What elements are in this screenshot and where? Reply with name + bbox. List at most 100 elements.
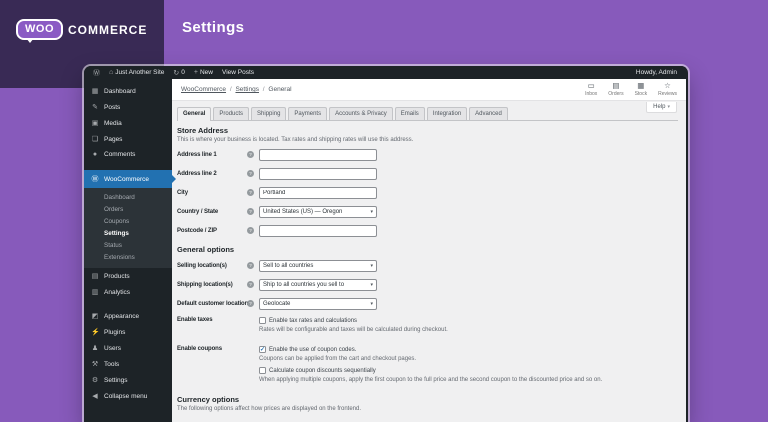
tab-shipping[interactable]: Shipping [251, 107, 287, 120]
section-title-store-address: Store Address [177, 126, 228, 135]
selling-location-select[interactable]: Sell to all countries ▾ [259, 259, 377, 272]
checkbox-checked-icon[interactable]: ✓ [259, 346, 266, 353]
collapse-arrow-icon: ◀ [92, 393, 98, 400]
form-row-enable-taxes: Enable taxes Enable tax rates and calcul… [177, 313, 678, 333]
sidebar-item-label: Media [104, 119, 122, 127]
general-options-form: Selling location(s) ? Sell to all countr… [177, 256, 678, 383]
country-state-select[interactable]: United States (US) — Oregon ▾ [259, 205, 377, 218]
stock-icon: ▦ [637, 81, 645, 90]
help-tip-icon[interactable]: ? [247, 262, 254, 269]
settings-body: General Products Shipping Payments Accou… [172, 101, 686, 422]
default-customer-location-select[interactable]: Geolocate ▾ [259, 297, 377, 310]
main-content: WooCommerce / Settings / General ▭ Inbox… [172, 79, 686, 422]
form-row-address-line-1: Address line 1 ? [177, 145, 678, 164]
tab-accounts-privacy[interactable]: Accounts & Privacy [329, 107, 393, 120]
tab-general[interactable]: General [177, 107, 212, 121]
products-icon: ▤ [91, 273, 99, 280]
field-note: Rates will be configurable and taxes wil… [259, 327, 448, 333]
tab-integration[interactable]: Integration [426, 107, 468, 120]
activity-stock-button[interactable]: ▦ Stock [635, 81, 648, 98]
address-line-1-field[interactable] [259, 148, 377, 161]
currency-options-description: The following options affect how prices … [177, 406, 362, 412]
section-title-general-options: General options [177, 245, 235, 254]
field-note: When applying multiple coupons, apply th… [259, 377, 603, 383]
woocommerce-submenu: Dashboard Orders Coupons Settings Status… [84, 188, 172, 268]
field-label: Enable coupons [177, 346, 222, 352]
help-tip-icon[interactable]: ? [247, 151, 254, 158]
posts-icon: ✎ [92, 104, 98, 111]
woo-bubble-icon: WOO [16, 19, 63, 43]
sidebar-item-appearance[interactable]: ◩ Appearance [84, 308, 172, 324]
sidebar-item-label: Pages [104, 135, 123, 143]
store-address-description: This is where your business is located. … [177, 137, 414, 143]
tab-advanced[interactable]: Advanced [469, 107, 508, 120]
site-menu[interactable]: ⌂ Just Another Site [109, 69, 164, 76]
chevron-down-icon: ▾ [370, 208, 373, 215]
view-posts-menu[interactable]: View Posts [222, 69, 254, 76]
breadcrumb-current: General [268, 86, 292, 93]
sidebar-item-collapse-menu[interactable]: ◀ Collapse menu [84, 388, 172, 404]
submenu-item-status[interactable]: Status [84, 239, 172, 251]
breadcrumb-link-settings[interactable]: Settings [235, 86, 259, 93]
updates-menu[interactable]: ↻ 0 [173, 69, 185, 77]
sidebar-item-label: Products [104, 272, 130, 280]
sidebar-item-comments[interactable]: ● Comments [84, 147, 172, 162]
sidebar-item-analytics[interactable]: ▥ Analytics [84, 284, 172, 300]
star-icon: ☆ [664, 81, 671, 90]
help-button[interactable]: Help ▾ [646, 102, 677, 113]
form-row-shipping-location: Shipping location(s) ? Ship to all count… [177, 275, 678, 294]
breadcrumb-link-woocommerce[interactable]: WooCommerce [181, 86, 226, 93]
help-tip-icon[interactable]: ? [247, 300, 254, 307]
help-tip-icon[interactable]: ? [247, 189, 254, 196]
address-line-2-field[interactable] [259, 167, 377, 180]
checkbox-label: Enable the use of coupon codes. [269, 346, 357, 353]
sidebar-item-settings[interactable]: ⚙ Settings [84, 372, 172, 388]
sidebar-item-media[interactable]: ▣ Media [84, 115, 172, 131]
help-tip-icon[interactable]: ? [247, 208, 254, 215]
activity-orders-button[interactable]: ▤ Orders [608, 82, 623, 98]
sidebar-item-label: Posts [104, 103, 121, 111]
field-label: Default customer location [177, 300, 249, 307]
users-icon: ♟ [91, 345, 99, 352]
sidebar-item-products[interactable]: ▤ Products [84, 268, 172, 284]
sidebar-item-dashboard[interactable]: ▦ Dashboard [84, 83, 172, 99]
sidebar-item-plugins[interactable]: ⚡ Plugins [84, 324, 172, 340]
help-tip-icon[interactable]: ? [247, 170, 254, 177]
field-label: City [177, 189, 188, 196]
tab-payments[interactable]: Payments [288, 107, 328, 120]
sidebar-item-posts[interactable]: ✎ Posts [84, 99, 172, 115]
tab-emails[interactable]: Emails [394, 107, 425, 120]
sidebar-item-woocommerce[interactable]: Ⓦ WooCommerce [84, 170, 176, 188]
logo-commerce-text: COMMERCE [68, 22, 148, 37]
postcode-zip-field[interactable] [259, 224, 377, 237]
sidebar-item-users[interactable]: ♟ Users [84, 340, 172, 356]
section-title-currency-options: Currency options [177, 395, 240, 404]
woocommerce-logo: WOO COMMERCE [16, 19, 148, 43]
media-icon: ▣ [91, 120, 99, 127]
submenu-item-dashboard[interactable]: Dashboard [84, 191, 172, 203]
shipping-location-select[interactable]: Ship to all countries you sell to ▾ [259, 278, 377, 291]
submenu-item-extensions[interactable]: Extensions [84, 251, 172, 263]
sidebar-item-label: Appearance [104, 312, 140, 320]
submenu-item-coupons[interactable]: Coupons [84, 215, 172, 227]
sidebar-separator [84, 300, 172, 308]
checkbox-unchecked-icon[interactable] [259, 367, 266, 374]
wordpress-logo-icon[interactable]: Ⓦ [93, 68, 100, 78]
checkbox-unchecked-icon[interactable] [259, 317, 266, 324]
help-tip-icon[interactable]: ? [247, 281, 254, 288]
activity-reviews-button[interactable]: ☆ Reviews [658, 81, 677, 98]
sidebar-item-label: Plugins [104, 328, 126, 336]
submenu-item-orders[interactable]: Orders [84, 203, 172, 215]
howdy-admin-menu[interactable]: Howdy, Admin [636, 69, 677, 76]
selected-value: Ship to all countries you sell to [263, 281, 345, 288]
sidebar-item-tools[interactable]: ⚒ Tools [84, 356, 172, 372]
city-field[interactable] [259, 186, 377, 199]
new-menu[interactable]: + New [194, 69, 213, 76]
sidebar-item-pages[interactable]: ❏ Pages [84, 131, 172, 147]
tab-products[interactable]: Products [213, 107, 250, 120]
help-tip-icon[interactable]: ? [247, 227, 254, 234]
field-label: Country / State [177, 208, 219, 215]
activity-inbox-button[interactable]: ▭ Inbox [585, 82, 597, 98]
submenu-item-settings[interactable]: Settings [84, 227, 172, 239]
selected-value: Geolocate [263, 300, 291, 307]
